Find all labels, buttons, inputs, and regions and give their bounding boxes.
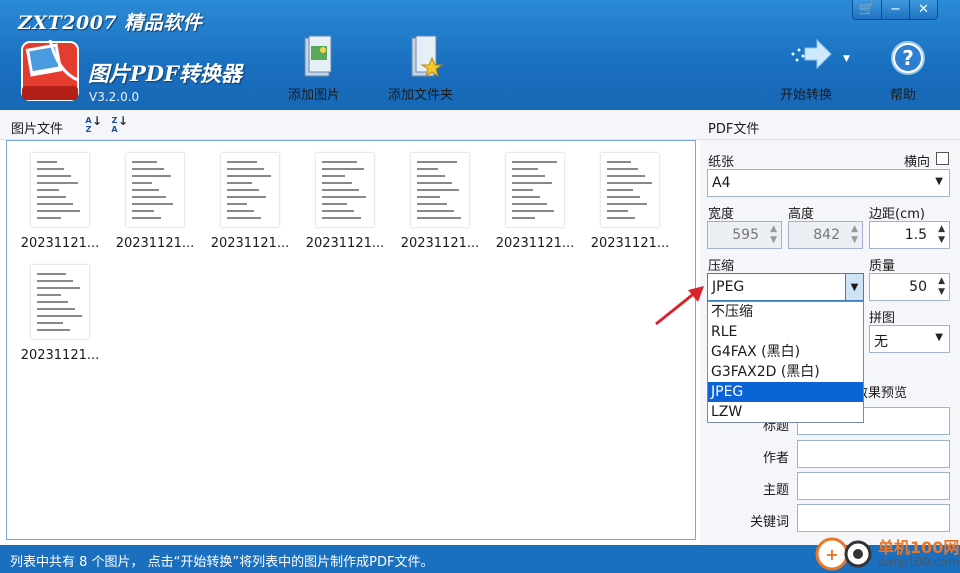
document-thumbnail-image xyxy=(411,153,469,227)
sort-asc-icon[interactable]: AZ ↓ xyxy=(84,115,102,134)
watermark-url: danji100.com xyxy=(878,555,960,569)
document-thumbnail-image xyxy=(31,153,89,227)
margin-spinner[interactable]: 1.5 ▲ ▼ xyxy=(869,221,950,249)
keywords-label: 关键词 xyxy=(750,515,790,530)
annotation-arrow-icon xyxy=(655,286,704,326)
file-name: 20231121... xyxy=(20,348,100,363)
sort-desc-icon[interactable]: ZA ↓ xyxy=(110,115,128,134)
file-name: 20231121... xyxy=(305,236,385,251)
brand-text: ZXT2007 精品软件 xyxy=(18,12,203,34)
chevron-down-icon[interactable]: ▼ xyxy=(845,274,863,300)
app-version: V3.2.0.0 xyxy=(89,90,140,104)
add-image-icon xyxy=(304,35,332,77)
author-label: 作者 xyxy=(763,451,790,466)
file-name: 20231121... xyxy=(590,236,670,251)
compress-options-list: 不压缩 RLE G4FAX (黑白) G3FAX2D (黑白) JPEG LZW xyxy=(707,301,864,423)
height-label: 高度 xyxy=(788,207,815,222)
document-thumbnail-image xyxy=(31,265,89,339)
file-name: 20231121... xyxy=(495,236,575,251)
file-name: 20231121... xyxy=(210,236,290,251)
pdf-settings-header: PDF文件 xyxy=(700,110,960,140)
help-icon: ? xyxy=(891,41,925,75)
height-spinner[interactable]: 842 ▲ ▼ xyxy=(788,221,863,249)
margin-label: 边距(cm) xyxy=(869,207,925,222)
file-thumbnail[interactable]: 20231121... xyxy=(203,145,297,253)
compress-option[interactable]: LZW xyxy=(708,402,863,422)
window-controls: 🛒 − ✕ xyxy=(852,0,938,20)
app-logo-icon xyxy=(21,39,79,101)
start-arrow-icon xyxy=(791,38,832,70)
compress-option[interactable]: JPEG xyxy=(708,382,863,402)
start-convert-button[interactable]: 开始转换 xyxy=(780,34,842,104)
paper-label: 纸张 xyxy=(708,155,735,170)
width-spinner[interactable]: 595 ▲ ▼ xyxy=(707,221,782,249)
status-text: 列表中共有 8 个图片， 点击“开始转换”将列表中的图片制作成PDF文件。 xyxy=(10,555,434,570)
chevron-down-icon: ▼ xyxy=(935,176,943,187)
document-thumbnail-image xyxy=(506,153,564,227)
chevron-down-icon: ▼ xyxy=(935,332,943,343)
file-name: 20231121... xyxy=(20,236,100,251)
spinner-arrows-icon: ▲ ▼ xyxy=(770,224,777,245)
file-name: 20231121... xyxy=(400,236,480,251)
add-folder-icon xyxy=(411,35,444,78)
spinner-arrows-icon: ▲ ▼ xyxy=(938,224,945,245)
app-title: 图片PDF转换器 xyxy=(88,61,242,86)
image-file-list[interactable]: 20231121... 20231121... 20231121... 2023112… xyxy=(6,140,696,540)
author-input[interactable] xyxy=(797,440,950,468)
watermark-logo: + 单机100网 danji100.com xyxy=(812,534,960,573)
app-header: ZXT2007 精品软件 图片PDF转换器 V3.2.0.0 添加图片 添加文件… xyxy=(0,0,960,110)
merge-label: 拼图 xyxy=(869,311,896,326)
file-thumbnail[interactable]: 20231121... xyxy=(13,257,107,365)
file-thumbnail[interactable]: 20231121... xyxy=(13,145,107,253)
file-thumbnail[interactable]: 20231121... xyxy=(583,145,677,253)
paper-select[interactable]: A4 ▼ xyxy=(707,169,950,197)
add-folder-button[interactable]: 添加文件夹 xyxy=(388,34,460,104)
landscape-label: 横向 xyxy=(904,155,931,170)
start-dropdown-icon[interactable]: ▼ xyxy=(843,54,850,64)
compress-label: 压缩 xyxy=(708,259,735,274)
document-thumbnail-image xyxy=(601,153,659,227)
subject-input[interactable] xyxy=(797,472,950,500)
store-icon[interactable]: 🛒 xyxy=(853,0,881,19)
spinner-arrows-icon: ▲ ▼ xyxy=(938,276,945,297)
file-list-label: 图片文件 xyxy=(11,122,64,137)
close-button[interactable]: ✕ xyxy=(909,0,937,19)
quality-label: 质量 xyxy=(869,259,896,274)
svg-text:?: ? xyxy=(902,46,914,70)
quality-spinner[interactable]: 50 ▲ ▼ xyxy=(869,273,950,301)
compress-option[interactable]: RLE xyxy=(708,322,863,342)
width-label: 宽度 xyxy=(708,207,735,222)
file-thumbnail[interactable]: 20231121... xyxy=(298,145,392,253)
subject-label: 主题 xyxy=(763,483,790,498)
keywords-input[interactable] xyxy=(797,504,950,532)
svg-text:+: + xyxy=(825,545,838,564)
compress-select[interactable]: JPEG ▼ xyxy=(707,273,864,301)
document-thumbnail-image xyxy=(221,153,279,227)
file-list-toolbar: 图片文件 AZ ↓ ZA ↓ xyxy=(0,110,700,140)
file-name: 20231121... xyxy=(115,236,195,251)
document-thumbnail-image xyxy=(316,153,374,227)
file-thumbnail[interactable]: 20231121... xyxy=(108,145,202,253)
file-thumbnail[interactable]: 20231121... xyxy=(393,145,487,253)
merge-select[interactable]: 无 ▼ xyxy=(869,325,950,353)
document-thumbnail-image xyxy=(126,153,184,227)
file-thumbnail[interactable]: 20231121... xyxy=(488,145,582,253)
minimize-button[interactable]: − xyxy=(881,0,909,19)
compress-option[interactable]: G3FAX2D (黑白) xyxy=(708,362,863,382)
spinner-arrows-icon: ▲ ▼ xyxy=(851,224,858,245)
compress-option[interactable]: 不压缩 xyxy=(708,302,863,322)
landscape-checkbox[interactable] xyxy=(936,152,949,165)
help-button[interactable]: ? 帮助 xyxy=(890,34,926,104)
add-image-button[interactable]: 添加图片 xyxy=(288,34,346,104)
compress-option[interactable]: G4FAX (黑白) xyxy=(708,342,863,362)
